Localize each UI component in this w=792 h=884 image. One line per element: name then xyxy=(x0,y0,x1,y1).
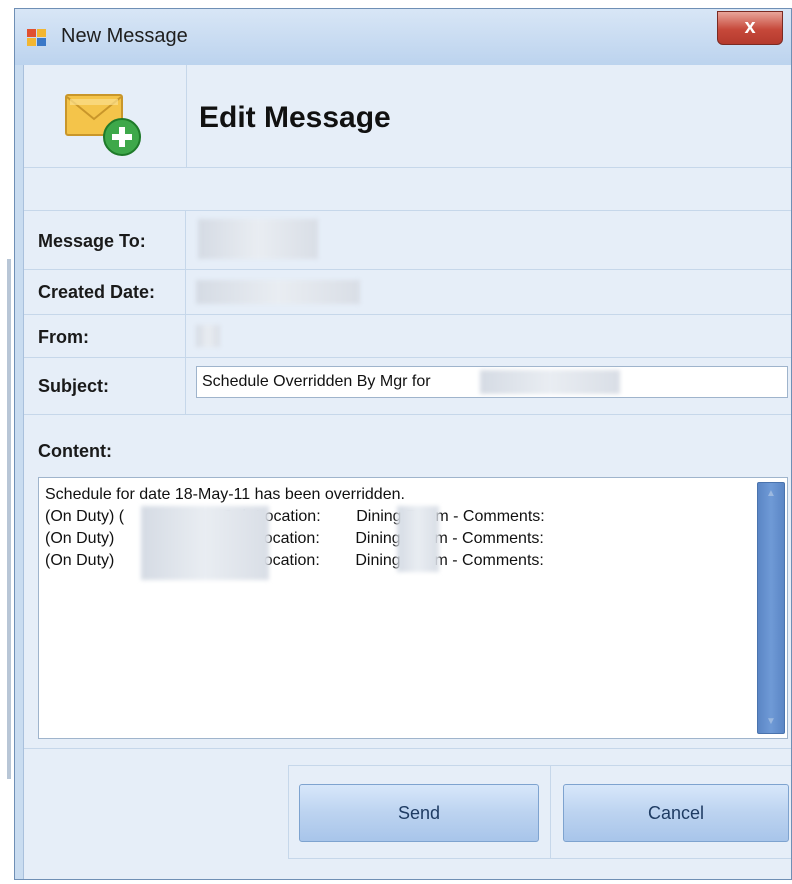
subject-text: Schedule Overridden By Mgr for xyxy=(202,373,431,390)
created-date-label: Created Date: xyxy=(38,282,156,302)
message-to-label: Message To: xyxy=(38,231,146,251)
button-divider xyxy=(550,766,551,858)
title-bar[interactable]: New Message x xyxy=(15,9,791,65)
scroll-down-icon[interactable]: ▼ xyxy=(758,713,784,731)
message-to-value-redacted xyxy=(198,219,318,259)
button-panel: Send Cancel xyxy=(288,765,791,859)
from-value-redacted xyxy=(196,325,220,347)
content-locations-redacted xyxy=(397,506,439,572)
created-date-row: Created Date: xyxy=(24,270,791,315)
content-textarea[interactable]: Schedule for date 18-May-11 has been ove… xyxy=(38,477,788,739)
footer-divider xyxy=(24,748,791,749)
send-button[interactable]: Send xyxy=(299,784,539,842)
message-to-row: Message To: xyxy=(24,211,791,270)
new-message-window: New Message x Edit Message Message To: C… xyxy=(7,8,792,880)
subject-value-redacted xyxy=(480,370,620,394)
header-spacer xyxy=(24,168,791,211)
page-title: Edit Message xyxy=(199,101,391,134)
content-names-redacted xyxy=(141,506,269,580)
envelope-add-icon xyxy=(65,94,141,156)
from-label: From: xyxy=(38,327,89,347)
dialog-body: Edit Message Message To: Created Date: F… xyxy=(23,65,791,879)
cancel-button[interactable]: Cancel xyxy=(563,784,789,842)
content-text: Schedule for date 18-May-11 has been ove… xyxy=(45,486,545,569)
created-date-value-redacted xyxy=(196,280,360,304)
header-icon-cell xyxy=(24,65,187,168)
content-scrollbar[interactable]: ▲ ▼ xyxy=(757,482,785,734)
content-label: Content: xyxy=(38,441,112,461)
scroll-up-icon[interactable]: ▲ xyxy=(758,485,784,503)
subject-label: Subject: xyxy=(38,376,110,396)
header-title-cell: Edit Message xyxy=(187,65,791,168)
close-button[interactable]: x xyxy=(717,11,783,45)
from-row: From: xyxy=(24,315,791,358)
window-title: New Message xyxy=(61,25,188,47)
subject-row: Subject: Schedule Overridden By Mgr for xyxy=(24,358,791,415)
app-message-icon xyxy=(27,29,47,47)
